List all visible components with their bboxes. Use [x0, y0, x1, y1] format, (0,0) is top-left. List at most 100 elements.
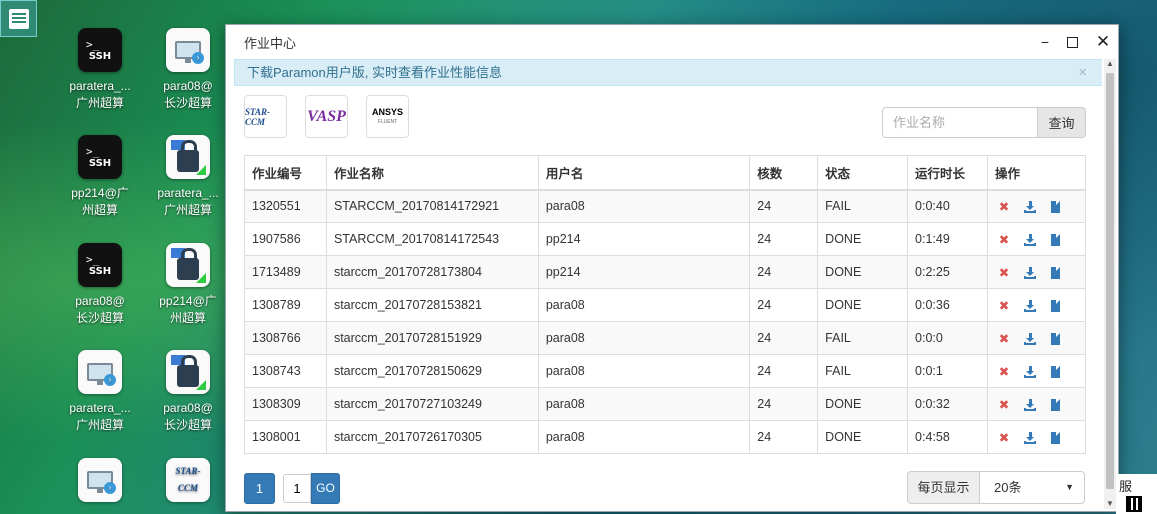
delete-icon[interactable]: ✖: [995, 430, 1013, 445]
window-titlebar[interactable]: 作业中心 − ✕: [226, 25, 1118, 59]
maximize-button[interactable]: [1061, 31, 1083, 53]
alert-close-button[interactable]: ×: [1078, 60, 1087, 85]
desktop-shortcut[interactable]: pp214@广 州超算: [146, 243, 230, 327]
column-header-job-id[interactable]: 作业编号: [244, 155, 327, 191]
desktop-shortcut[interactable]: STAR-CCM: [146, 458, 230, 508]
download-icon[interactable]: [1021, 299, 1039, 313]
cores-cell: 24: [749, 354, 819, 388]
download-icon[interactable]: [1021, 431, 1039, 445]
table-row: 1308309 starccm_20170727103249 para08 24 DON…: [244, 387, 1087, 421]
column-header-job-name[interactable]: 作业名称: [325, 155, 539, 191]
page-1-button[interactable]: 1: [244, 473, 275, 504]
username-cell: para08: [537, 321, 751, 355]
scrollbar-thumb[interactable]: [1106, 73, 1114, 489]
minimize-button[interactable]: −: [1034, 31, 1056, 53]
shortcut-label-line-2: 广州超算: [75, 418, 124, 432]
table-row: 1713489 starccm_20170728173804 pp214 24 DONE…: [244, 255, 1087, 289]
desktop-widget[interactable]: 服: [1116, 474, 1157, 514]
shortcut-label-line-2: 长沙超算: [163, 96, 212, 110]
duration-cell: 0:4:58: [907, 420, 988, 454]
chevron-down-icon: ▼: [1065, 482, 1074, 492]
ssh-terminal-icon: >_ SSH: [78, 243, 122, 287]
close-window-button[interactable]: ✕: [1092, 31, 1114, 53]
delete-icon[interactable]: ✖: [995, 232, 1013, 247]
job-name-cell: starccm_20170728150629: [325, 354, 539, 388]
per-page-select[interactable]: 20条 ▼: [980, 471, 1085, 504]
download-icon[interactable]: [1021, 398, 1039, 412]
desktop-shortcut[interactable]: › paratera_... 广州超算: [58, 350, 142, 434]
per-page-value: 20条: [994, 480, 1022, 495]
table-row: 1308743 starccm_20170728150629 para08 24 FAI…: [244, 354, 1087, 388]
download-icon[interactable]: [1021, 233, 1039, 247]
delete-icon[interactable]: ✖: [995, 364, 1013, 379]
shortcut-label-line-2: 长沙超算: [163, 418, 212, 432]
status-cell: DONE: [817, 222, 909, 256]
duration-cell: 0:0:0: [907, 321, 988, 355]
table-row: 1907586 STARCCM_20170814172543 pp214 24 DONE…: [244, 222, 1087, 256]
start-menu-button[interactable]: [0, 0, 37, 37]
delete-icon[interactable]: ✖: [995, 265, 1013, 280]
job-center-window: 作业中心 − ✕ 下载Paramon用户版, 实时查看作业性能信息 × STAR…: [225, 24, 1119, 512]
scroll-down-arrow-icon[interactable]: ▼: [1105, 499, 1115, 509]
duration-cell: 0:1:49: [907, 222, 988, 256]
starccm-app-button[interactable]: STAR-CCM: [244, 95, 287, 138]
file-icon[interactable]: [1047, 200, 1065, 214]
file-icon[interactable]: [1047, 332, 1065, 346]
desktop-shortcut[interactable]: >_ SSH paratera_... 广州超算: [58, 28, 142, 112]
delete-icon[interactable]: ✖: [995, 298, 1013, 313]
job-name-cell: STARCCM_20170814172921: [325, 189, 539, 223]
scroll-up-arrow-icon[interactable]: ▲: [1105, 59, 1115, 69]
file-icon[interactable]: [1047, 398, 1065, 412]
widget-text: 服: [1119, 479, 1133, 494]
file-icon[interactable]: [1047, 365, 1065, 379]
job-search: 查询: [882, 107, 1086, 138]
shortcut-label-line-2: 州超算: [81, 203, 118, 217]
ansys-logo-text: ANSYS: [371, 106, 403, 117]
vasp-app-button[interactable]: VASP: [305, 95, 348, 138]
ansys-app-button[interactable]: ANSYS FLUENT: [366, 95, 409, 138]
desktop-shortcut[interactable]: para08@ 长沙超算: [146, 350, 230, 434]
search-button[interactable]: 查询: [1038, 107, 1086, 138]
delete-icon[interactable]: ✖: [995, 331, 1013, 346]
status-cell: FAIL: [817, 189, 909, 223]
table-row: 1308001 starccm_20170726170305 para08 24 DON…: [244, 420, 1087, 454]
file-icon[interactable]: [1047, 266, 1065, 280]
file-icon[interactable]: [1047, 233, 1065, 247]
window-title: 作业中心: [244, 35, 297, 51]
starccm-logo-text: STAR-CCM: [175, 466, 201, 493]
column-header-cores[interactable]: 核数: [749, 155, 819, 191]
table-row: 1308766 starccm_20170728151929 para08 24 FAI…: [244, 321, 1087, 355]
column-header-duration[interactable]: 运行时长: [907, 155, 988, 191]
desktop-shortcut[interactable]: › para08@ 长沙超算: [146, 28, 230, 112]
download-icon[interactable]: [1021, 266, 1039, 280]
go-button[interactable]: GO: [311, 473, 340, 504]
delete-icon[interactable]: ✖: [995, 397, 1013, 412]
job-table-body: 1320551 STARCCM_20170814172921 para08 24 FAI…: [244, 189, 1087, 454]
file-icon[interactable]: [1047, 299, 1065, 313]
download-icon[interactable]: [1021, 332, 1039, 346]
download-icon[interactable]: [1021, 200, 1039, 214]
job-name-search-input[interactable]: [882, 107, 1038, 138]
actions-cell: ✖: [986, 288, 1087, 322]
job-id-cell: 1907586: [244, 222, 327, 256]
vertical-scrollbar[interactable]: ▲ ▼: [1104, 59, 1116, 509]
job-id-cell: 1308743: [244, 354, 327, 388]
actions-cell: ✖: [986, 387, 1087, 421]
delete-icon[interactable]: ✖: [995, 199, 1013, 214]
status-cell: DONE: [817, 387, 909, 421]
column-header-username[interactable]: 用户名: [537, 155, 751, 191]
desktop-shortcut[interactable]: ›: [58, 458, 142, 508]
desktop-shortcut[interactable]: >_ SSH pp214@广 州超算: [58, 135, 142, 219]
status-cell: DONE: [817, 255, 909, 289]
download-icon[interactable]: [1021, 365, 1039, 379]
alert-text[interactable]: 下载Paramon用户版, 实时查看作业性能信息: [247, 65, 502, 80]
desktop-shortcut[interactable]: paratera_... 广州超算: [146, 135, 230, 219]
shortcut-label-line-2: 长沙超算: [75, 311, 124, 325]
desktop-shortcut[interactable]: >_ SSH para08@ 长沙超算: [58, 243, 142, 327]
duration-cell: 0:0:36: [907, 288, 988, 322]
duration-cell: 0:0:40: [907, 189, 988, 223]
column-header-status[interactable]: 状态: [817, 155, 909, 191]
page-jump-input[interactable]: [283, 474, 311, 503]
file-icon[interactable]: [1047, 431, 1065, 445]
job-name-cell: starccm_20170726170305: [325, 420, 539, 454]
